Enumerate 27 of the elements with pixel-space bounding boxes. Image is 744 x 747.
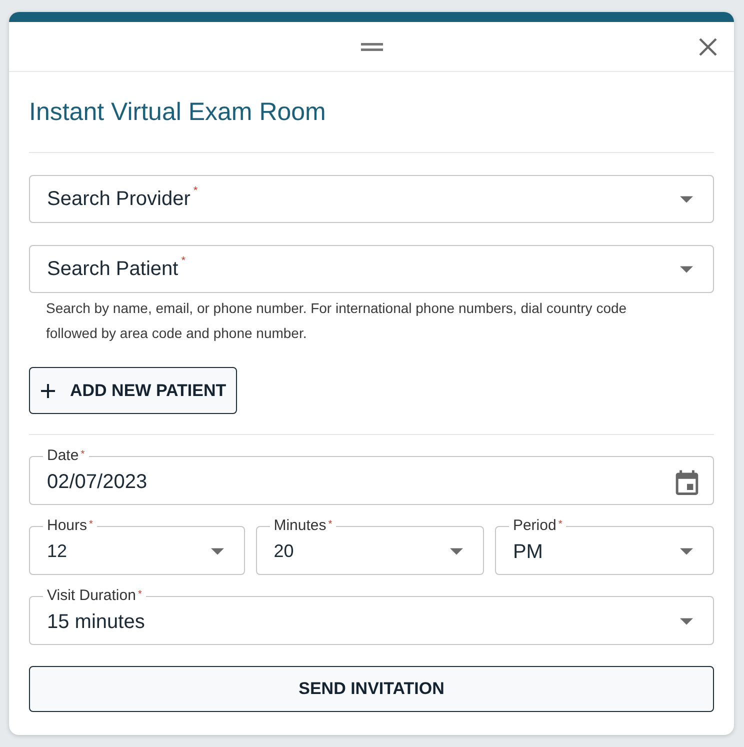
field-label: Search Provider*	[47, 184, 198, 212]
calendar-icon[interactable]	[675, 468, 699, 494]
drag-handle-icon[interactable]	[360, 42, 382, 50]
date-field[interactable]: Date* 02/07/2023	[29, 447, 714, 505]
select-field[interactable]: Visit Duration* 15 minutes	[29, 587, 714, 645]
search-field[interactable]: Search Provider*	[29, 175, 714, 223]
field-label: Minutes*	[272, 517, 334, 535]
select-field[interactable]: Hours* 12	[29, 517, 245, 575]
dropdown-caret-icon	[450, 548, 463, 555]
dialog-title: Instant Virtual Exam Room	[29, 97, 327, 127]
dropdown-caret-icon	[680, 548, 694, 555]
add-patient-button[interactable]: ADD NEW PATIENT	[29, 367, 238, 414]
field-label: Hours*	[46, 517, 94, 535]
helper-text: Search by name, email, or phone number. For international phone numbers, dial country code followed by area code and phone number.	[45, 299, 628, 343]
field-label: Search Patient*	[47, 254, 186, 282]
field-label: Period*	[512, 517, 564, 535]
search-field[interactable]: Search Patient*	[29, 245, 714, 293]
select-field[interactable]: Period* PM	[494, 517, 714, 575]
select-field[interactable]: Minutes* 20	[256, 517, 484, 575]
dropdown-caret-icon	[680, 266, 693, 272]
plus-icon	[41, 384, 55, 398]
dropdown-caret-icon	[680, 618, 693, 625]
field-label: Date*	[46, 447, 86, 465]
field-label: Visit Duration*	[46, 587, 143, 605]
dropdown-caret-icon	[210, 548, 224, 555]
send-invitation-button[interactable]: SEND INVITATION	[29, 666, 714, 712]
dropdown-caret-icon	[680, 196, 693, 202]
